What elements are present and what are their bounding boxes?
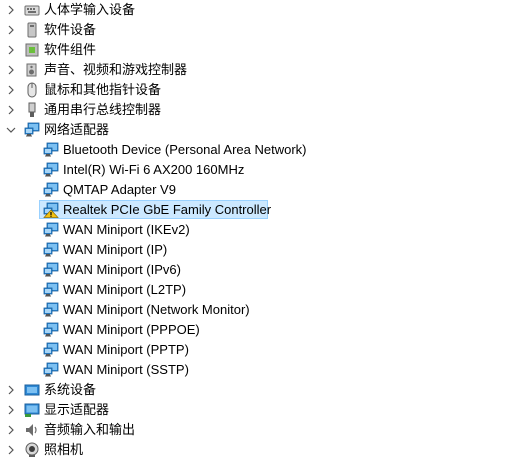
category-label: 鼠标和其他指针设备 bbox=[44, 82, 162, 97]
device-tree: 人体学输入设备 软件设备 软件组件 声音、视频和游戏控制器 鼠标和其他指针设备 … bbox=[0, 0, 530, 460]
chevron-right-icon[interactable] bbox=[6, 44, 16, 56]
network-adapter-icon bbox=[43, 162, 59, 178]
device-item[interactable]: WAN Miniport (SSTP) bbox=[0, 360, 530, 380]
network-adapter-icon bbox=[43, 182, 59, 198]
device-label: Realtek PCIe GbE Family Controller bbox=[63, 202, 272, 217]
category-label: 照相机 bbox=[44, 442, 84, 457]
device-label: WAN Miniport (IKEv2) bbox=[63, 222, 190, 237]
network-adapter-icon bbox=[43, 142, 59, 158]
category-sound-video-game[interactable]: 声音、视频和游戏控制器 bbox=[0, 60, 530, 80]
category-label: 网络适配器 bbox=[44, 122, 110, 137]
category-mice[interactable]: 鼠标和其他指针设备 bbox=[0, 80, 530, 100]
system-device-icon bbox=[24, 382, 40, 398]
category-display-adapters[interactable]: 显示适配器 bbox=[0, 400, 530, 420]
category-audio-io[interactable]: 音频输入和输出 bbox=[0, 420, 530, 440]
device-item[interactable]: WAN Miniport (Network Monitor) bbox=[0, 300, 530, 320]
device-item[interactable]: QMTAP Adapter V9 bbox=[0, 180, 530, 200]
category-label: 人体学输入设备 bbox=[44, 2, 136, 17]
device-item[interactable]: WAN Miniport (IPv6) bbox=[0, 260, 530, 280]
display-adapter-icon bbox=[24, 402, 40, 418]
category-label: 声音、视频和游戏控制器 bbox=[44, 62, 188, 77]
network-adapter-icon bbox=[43, 242, 59, 258]
hid-icon bbox=[24, 2, 40, 18]
chevron-right-icon[interactable] bbox=[6, 444, 16, 456]
network-adapter-icon bbox=[43, 262, 59, 278]
network-adapter-icon bbox=[43, 302, 59, 318]
network-adapter-warning-icon bbox=[43, 202, 59, 218]
device-item[interactable]: WAN Miniport (L2TP) bbox=[0, 280, 530, 300]
device-item[interactable]: Intel(R) Wi-Fi 6 AX200 160MHz bbox=[0, 160, 530, 180]
device-label: Bluetooth Device (Personal Area Network) bbox=[63, 142, 307, 157]
device-label: WAN Miniport (PPPOE) bbox=[63, 322, 200, 337]
network-adapter-icon bbox=[24, 122, 40, 138]
device-label: Intel(R) Wi-Fi 6 AX200 160MHz bbox=[63, 162, 245, 177]
mouse-icon bbox=[24, 82, 40, 98]
device-item[interactable]: WAN Miniport (PPPOE) bbox=[0, 320, 530, 340]
network-adapter-icon bbox=[43, 342, 59, 358]
category-hid[interactable]: 人体学输入设备 bbox=[0, 0, 530, 20]
network-adapter-icon bbox=[43, 222, 59, 238]
chevron-right-icon[interactable] bbox=[6, 84, 16, 96]
chevron-right-icon[interactable] bbox=[6, 64, 16, 76]
category-label: 软件设备 bbox=[44, 22, 97, 37]
device-label: WAN Miniport (IP) bbox=[63, 242, 168, 257]
device-label: QMTAP Adapter V9 bbox=[63, 182, 176, 197]
device-item[interactable]: WAN Miniport (PPTP) bbox=[0, 340, 530, 360]
category-network-adapters[interactable]: 网络适配器 bbox=[0, 120, 530, 140]
chevron-right-icon[interactable] bbox=[6, 4, 16, 16]
category-label: 音频输入和输出 bbox=[44, 422, 136, 437]
speaker-icon bbox=[24, 62, 40, 78]
usb-icon bbox=[24, 102, 40, 118]
category-system-devices[interactable]: 系统设备 bbox=[0, 380, 530, 400]
chevron-right-icon[interactable] bbox=[6, 24, 16, 36]
device-item[interactable]: WAN Miniport (IKEv2) bbox=[0, 220, 530, 240]
category-label: 软件组件 bbox=[44, 42, 97, 57]
chevron-right-icon[interactable] bbox=[6, 424, 16, 436]
category-label: 系统设备 bbox=[44, 382, 97, 397]
software-device-icon bbox=[24, 22, 40, 38]
network-adapter-icon bbox=[43, 362, 59, 378]
camera-icon bbox=[24, 442, 40, 458]
device-item[interactable]: WAN Miniport (IP) bbox=[0, 240, 530, 260]
chevron-right-icon[interactable] bbox=[6, 384, 16, 396]
network-adapter-icon bbox=[43, 322, 59, 338]
chevron-down-icon[interactable] bbox=[6, 124, 16, 136]
device-label: WAN Miniport (IPv6) bbox=[63, 262, 181, 277]
chevron-right-icon[interactable] bbox=[6, 104, 16, 116]
software-component-icon bbox=[24, 42, 40, 58]
network-adapter-icon bbox=[43, 282, 59, 298]
category-software-components[interactable]: 软件组件 bbox=[0, 40, 530, 60]
device-label: WAN Miniport (L2TP) bbox=[63, 282, 187, 297]
device-label: WAN Miniport (PPTP) bbox=[63, 342, 189, 357]
category-label: 显示适配器 bbox=[44, 402, 110, 417]
category-label: 通用串行总线控制器 bbox=[44, 102, 162, 117]
chevron-right-icon[interactable] bbox=[6, 404, 16, 416]
device-item[interactable]: Bluetooth Device (Personal Area Network) bbox=[0, 140, 530, 160]
category-cameras[interactable]: 照相机 bbox=[0, 440, 530, 460]
category-software-devices[interactable]: 软件设备 bbox=[0, 20, 530, 40]
device-item-selected[interactable]: Realtek PCIe GbE Family Controller bbox=[0, 200, 530, 220]
audio-io-icon bbox=[24, 422, 40, 438]
category-usb-controllers[interactable]: 通用串行总线控制器 bbox=[0, 100, 530, 120]
device-label: WAN Miniport (SSTP) bbox=[63, 362, 189, 377]
device-label: WAN Miniport (Network Monitor) bbox=[63, 302, 250, 317]
